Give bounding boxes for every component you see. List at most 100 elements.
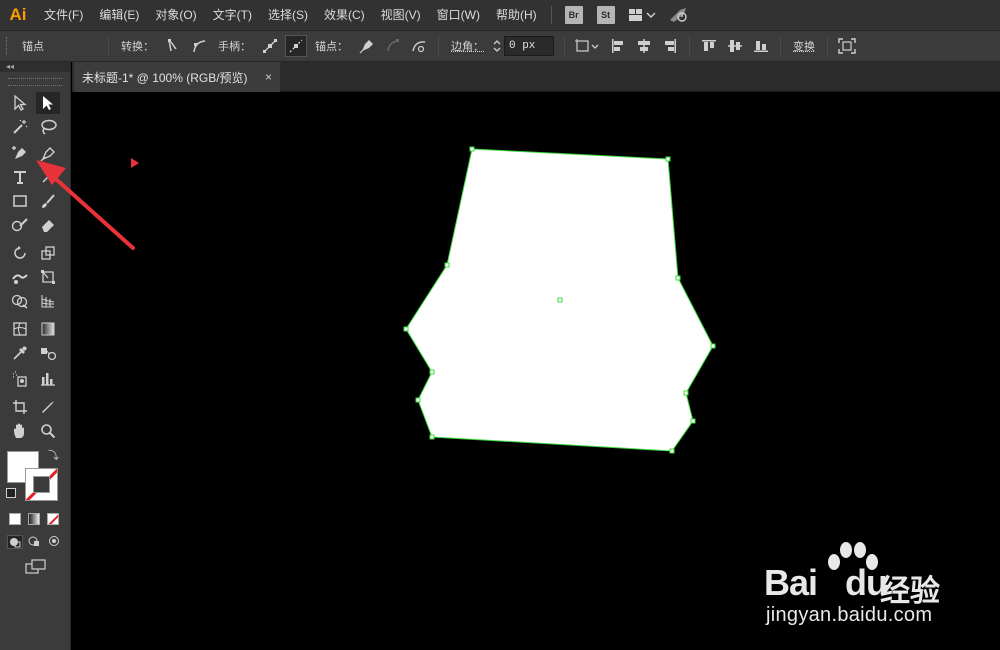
rotate-tool[interactable] <box>8 242 32 264</box>
tools-panel-grip[interactable] <box>8 78 62 86</box>
shape-builder-tool[interactable] <box>8 290 32 312</box>
free-transform-tool[interactable] <box>36 266 60 288</box>
stock-button[interactable]: St <box>596 6 615 24</box>
align-middle-button[interactable] <box>724 35 746 57</box>
perspective-grid-tool[interactable] <box>36 290 60 312</box>
pen-plus-icon <box>12 146 26 159</box>
stroke-swatch[interactable] <box>25 468 58 501</box>
shaper-tool[interactable] <box>8 214 32 236</box>
smooth-point-icon <box>193 40 206 53</box>
align-vertical-center-icon <box>728 40 742 52</box>
symbol-sprayer-icon <box>13 371 27 387</box>
control-bar-grip[interactable] <box>6 37 12 55</box>
select-similar-icon <box>575 39 599 52</box>
menu-select[interactable]: 选择(S) <box>260 0 316 30</box>
workspace-layout-button[interactable] <box>628 0 656 30</box>
selection-tool[interactable] <box>8 92 32 114</box>
artboard-tool[interactable] <box>8 396 32 418</box>
screen-mode-button[interactable] <box>24 558 48 576</box>
menu-object[interactable]: 对象(O) <box>147 0 204 30</box>
add-anchor-point-tool[interactable] <box>8 142 32 164</box>
column-graph-icon <box>41 373 55 386</box>
corner-spinner[interactable] <box>490 36 504 56</box>
corner-point-icon <box>168 39 177 52</box>
color-mode-button[interactable] <box>9 513 21 525</box>
eraser-tool[interactable] <box>36 214 60 236</box>
column-graph-tool[interactable] <box>36 368 60 390</box>
convert-to-smooth-button[interactable] <box>188 35 210 57</box>
tools-panel-collapse[interactable]: ◂◂ <box>0 62 70 72</box>
scissors-path-icon <box>412 41 426 53</box>
align-bottom-button[interactable] <box>750 35 772 57</box>
warp-icon <box>12 274 28 284</box>
show-handles-button[interactable] <box>259 35 281 57</box>
control-divider <box>564 36 565 56</box>
menu-file[interactable]: 文件(F) <box>36 0 91 30</box>
menu-type[interactable]: 文字(T) <box>205 0 260 30</box>
magic-wand-tool[interactable] <box>8 116 32 138</box>
rotate-icon <box>14 246 26 259</box>
swap-fill-stroke-icon[interactable]: ⤵ <box>48 450 60 462</box>
hand-tool[interactable] <box>8 420 32 442</box>
align-right-button[interactable] <box>659 35 681 57</box>
menu-edit[interactable]: 编辑(E) <box>91 0 147 30</box>
show-handles-icon <box>263 39 277 53</box>
eyedropper-tool[interactable] <box>8 342 32 364</box>
eyedropper-icon <box>13 346 27 360</box>
blend-icon <box>41 348 57 361</box>
scale-tool[interactable] <box>36 242 60 264</box>
control-divider <box>438 36 439 56</box>
menu-view[interactable]: 视图(V) <box>373 0 429 30</box>
gradient-tool[interactable] <box>36 318 60 340</box>
type-t-icon <box>14 171 26 184</box>
symbol-sprayer-tool[interactable] <box>8 368 32 390</box>
default-fill-stroke-icon[interactable] <box>6 488 16 498</box>
slice-tool[interactable] <box>36 396 60 418</box>
convert-label: 转换： <box>121 41 154 53</box>
hide-handles-button[interactable] <box>285 35 307 57</box>
gradient-mode-button[interactable] <box>28 513 40 525</box>
align-top-button[interactable] <box>698 35 720 57</box>
isolate-object-button[interactable] <box>836 35 858 57</box>
close-tab-icon[interactable]: × <box>265 70 272 84</box>
paintbrush-tool[interactable] <box>36 190 60 212</box>
draw-inside-icon <box>49 536 59 546</box>
draw-inside-button[interactable] <box>47 535 63 549</box>
transform-link[interactable]: 变换 <box>787 38 821 54</box>
align-center-button[interactable] <box>633 35 655 57</box>
cut-at-anchor-button[interactable] <box>408 35 430 57</box>
line-segment-tool[interactable] <box>36 166 60 188</box>
type-tool[interactable] <box>8 166 32 188</box>
app-logo: Ai <box>9 5 27 24</box>
gradient-icon <box>41 322 55 336</box>
rectangle-tool[interactable] <box>8 190 32 212</box>
blend-tool[interactable] <box>36 342 60 364</box>
select-similar-button[interactable] <box>573 35 603 57</box>
menu-bar: Ai 文件(F) 编辑(E) 对象(O) 文字(T) 选择(S) 效果(C) 视… <box>0 0 1000 30</box>
line-icon <box>42 171 54 183</box>
free-transform-icon <box>41 270 55 284</box>
zoom-tool[interactable] <box>36 420 60 442</box>
mesh-tool[interactable] <box>8 318 32 340</box>
document-tab[interactable]: 未标题-1* @ 100% (RGB/预览) × <box>74 62 280 92</box>
warp-tool[interactable] <box>8 266 32 288</box>
remove-anchor-button[interactable] <box>356 35 378 57</box>
corner-radius-input[interactable]: 0 px <box>504 36 554 56</box>
menu-window[interactable]: 窗口(W) <box>429 0 488 30</box>
bridge-button[interactable]: Br <box>564 6 583 24</box>
direct-selection-tool[interactable] <box>36 92 60 114</box>
none-mode-button[interactable] <box>47 513 59 525</box>
control-divider <box>108 36 109 56</box>
mesh-icon <box>13 322 27 336</box>
gpu-performance-button[interactable] <box>668 0 690 30</box>
draw-behind-button[interactable] <box>27 535 43 549</box>
draw-normal-button[interactable] <box>7 535 23 549</box>
convert-to-corner-button[interactable] <box>162 35 184 57</box>
menu-effect[interactable]: 效果(C) <box>316 0 373 30</box>
align-left-button[interactable] <box>607 35 629 57</box>
connect-endpoints-button[interactable] <box>382 35 404 57</box>
lasso-tool[interactable] <box>36 116 60 138</box>
pen-tool[interactable] <box>36 142 60 164</box>
control-divider <box>827 36 828 56</box>
menu-help[interactable]: 帮助(H) <box>488 0 545 30</box>
